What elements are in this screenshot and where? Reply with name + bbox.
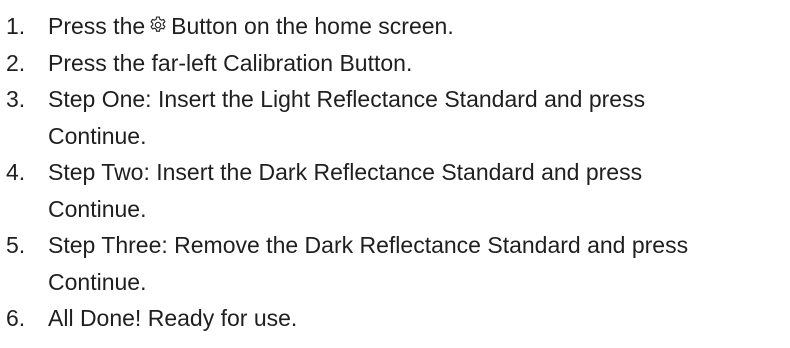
step-text-after-icon: Button on the home screen. xyxy=(171,13,454,39)
step-3: 3. Step One: Insert the Light Reflectanc… xyxy=(0,81,780,154)
step-5: 5. Step Three: Remove the Dark Reflectan… xyxy=(0,227,780,300)
step-number: 2. xyxy=(6,49,26,76)
step-number: 1. xyxy=(6,13,26,39)
gear-icon xyxy=(148,15,168,35)
step-text-line-2: Continue. xyxy=(48,122,147,149)
step-text-line-2: Continue. xyxy=(48,268,147,295)
step-text-before-icon: Press the xyxy=(48,13,146,39)
step-text: Step One: Insert the Light Reflectance S… xyxy=(48,81,780,154)
step-text: Press the Button on the home screen. xyxy=(48,8,780,45)
step-text: Step Two: Insert the Dark Reflectance St… xyxy=(48,154,780,227)
step-text: Press the far-left Calibration Button. xyxy=(48,49,413,76)
step-1: 1. Press the Button on the home screen. xyxy=(0,8,780,45)
step-text: Step Three: Remove the Dark Reflectance … xyxy=(48,227,780,300)
calibration-steps-list: 1. Press the Button on the home screen. … xyxy=(0,8,780,337)
step-text-line-1: Step Two: Insert the Dark Reflectance St… xyxy=(48,159,643,185)
step-text-line-1: Step One: Insert the Light Reflectance S… xyxy=(48,86,646,112)
step-4: 4. Step Two: Insert the Dark Reflectance… xyxy=(0,154,780,227)
step-text-line-2: Continue. xyxy=(48,195,147,222)
step-number: 4. xyxy=(6,159,26,185)
step-2: 2. Press the far-left Calibration Button… xyxy=(0,45,780,82)
step-6: 6. All Done! Ready for use. xyxy=(0,300,780,337)
step-text: All Done! Ready for use. xyxy=(48,305,298,331)
step-text-line-1: Step Three: Remove the Dark Reflectance … xyxy=(48,232,689,258)
step-number: 6. xyxy=(6,305,26,331)
step-number: 3. xyxy=(6,86,26,112)
step-number: 5. xyxy=(6,232,26,258)
